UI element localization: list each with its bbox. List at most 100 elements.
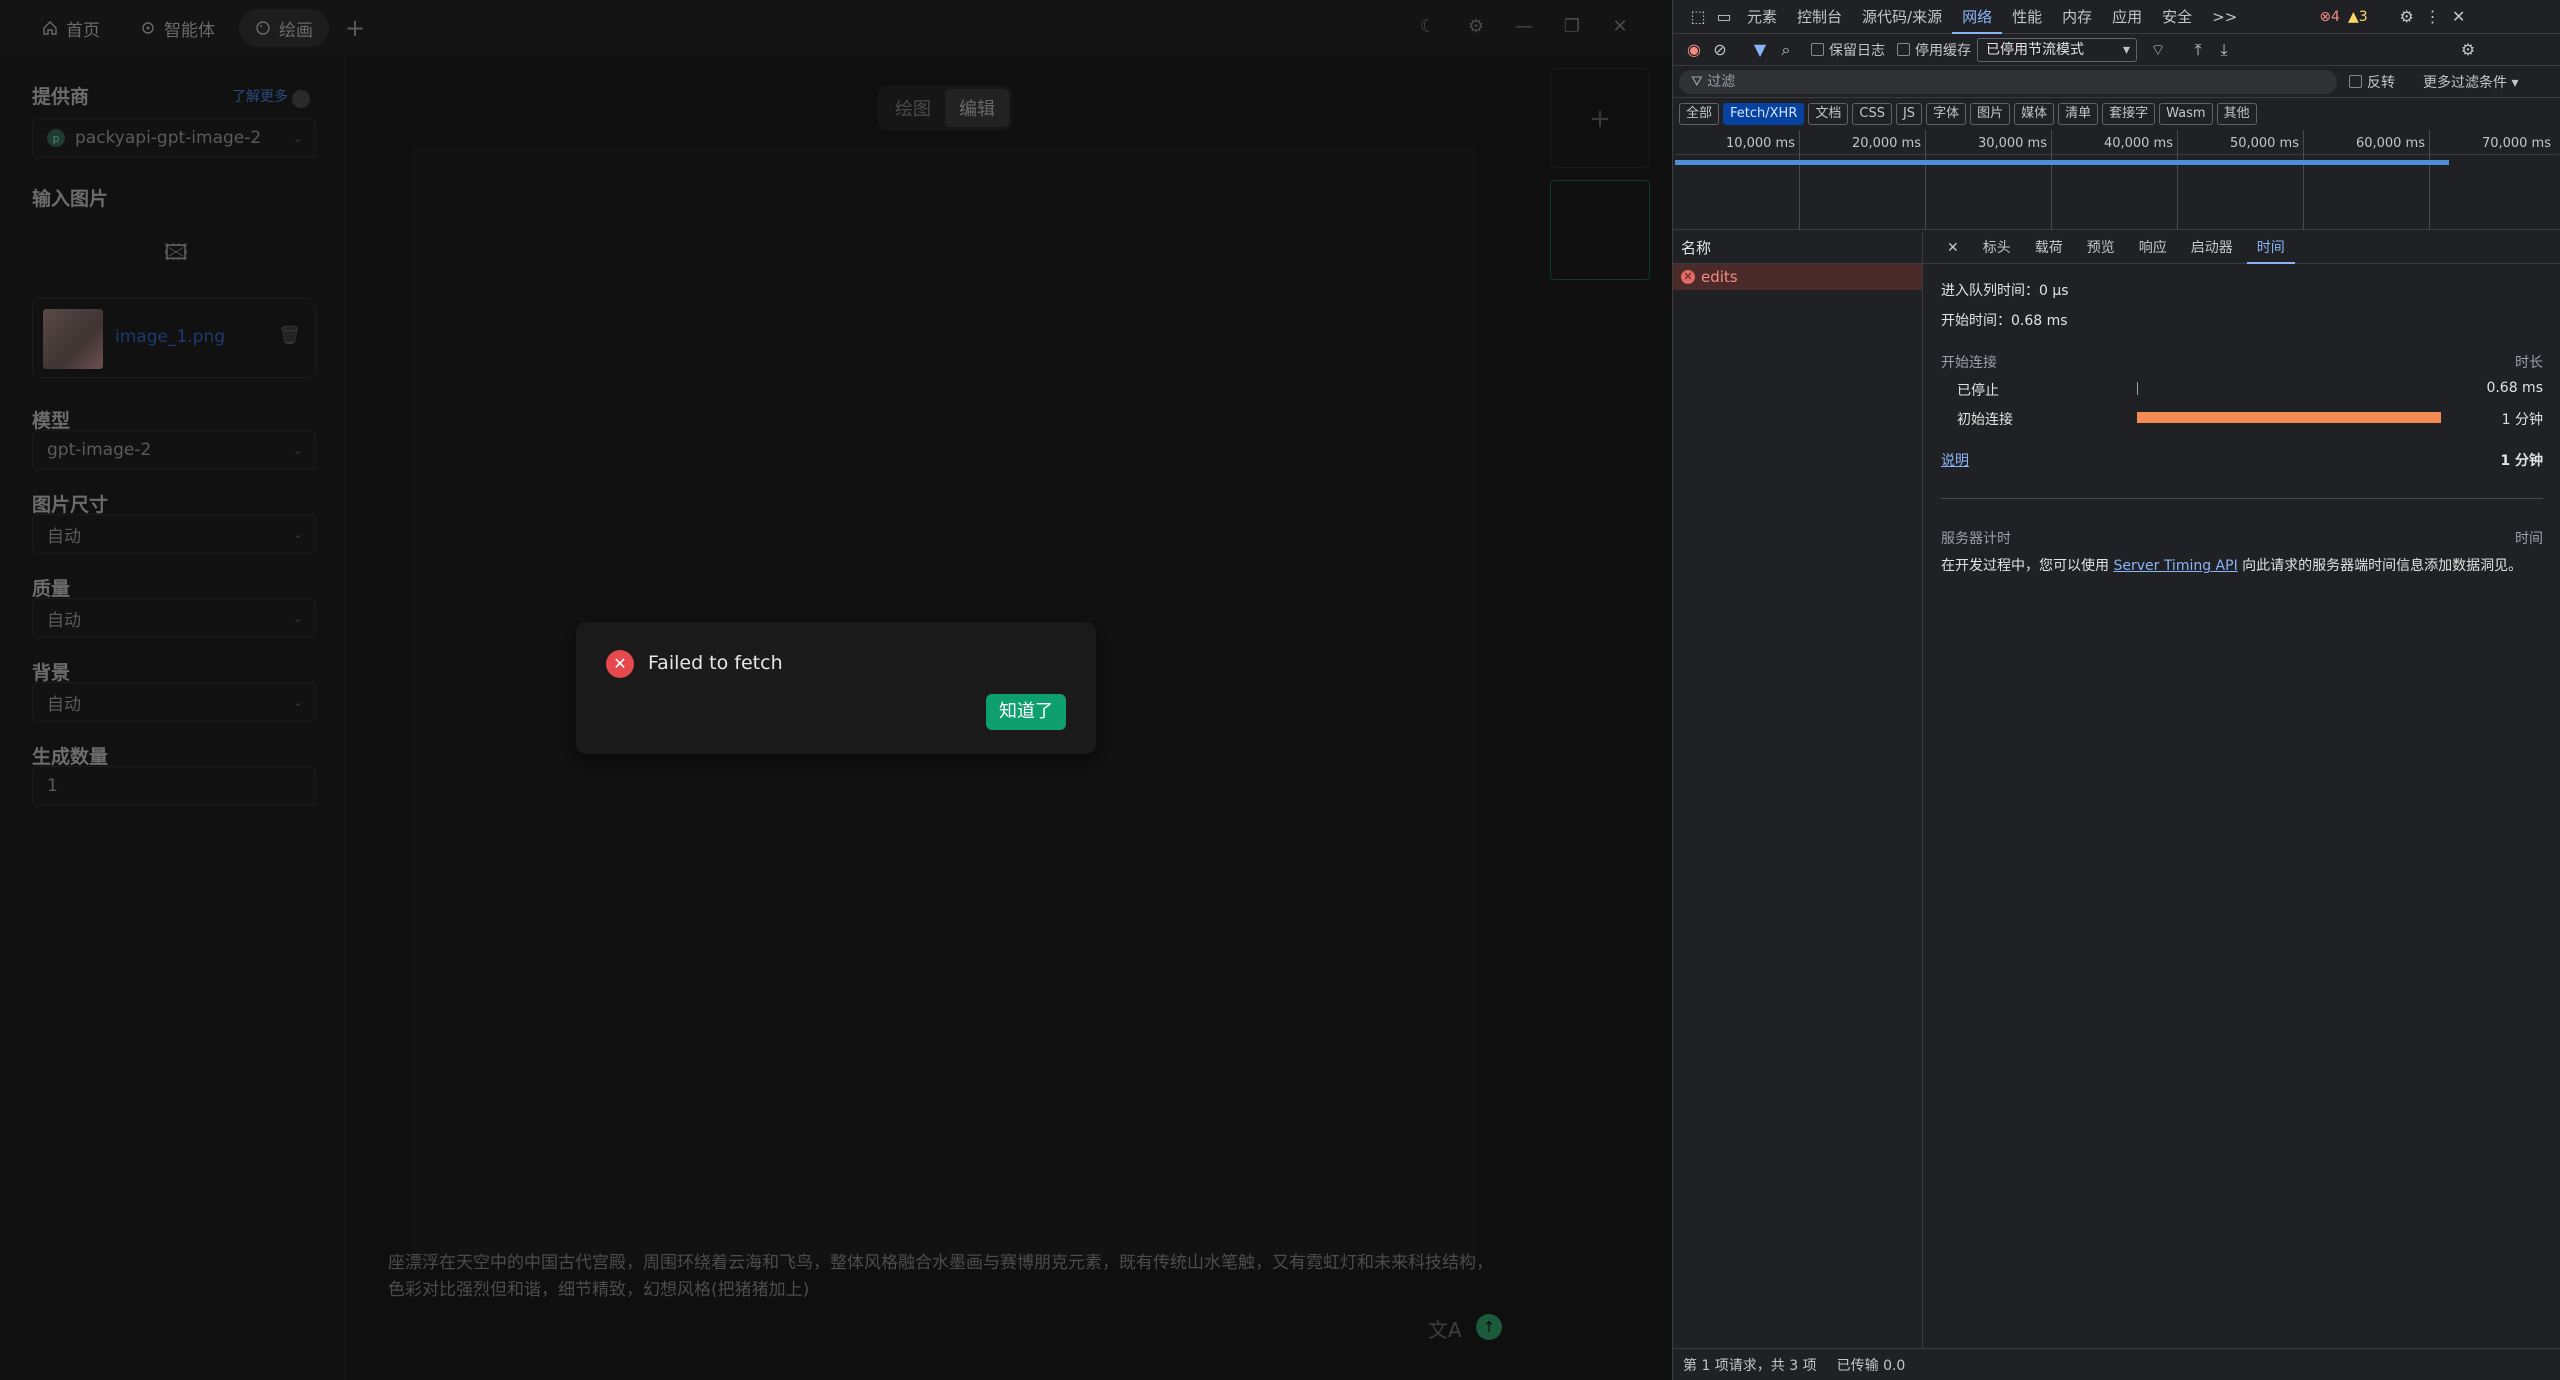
type-other[interactable]: 其他 [2216, 103, 2257, 125]
type-js[interactable]: JS [1895, 103, 1923, 125]
moon-icon[interactable]: ☾ [1404, 16, 1452, 37]
tab-performance[interactable]: 性能 [2002, 0, 2052, 34]
provider-select[interactable]: p packyapi-gpt-image-2 ⌄ [32, 118, 316, 158]
connection-header: 开始连接 [1941, 355, 1997, 371]
type-wasm[interactable]: Wasm [2159, 103, 2213, 125]
translate-icon[interactable]: 文A [1428, 1314, 1462, 1343]
background-select[interactable]: 自动 ⌄ [32, 682, 316, 722]
minimize-icon[interactable]: — [1500, 16, 1548, 37]
type-css[interactable]: CSS [1852, 103, 1892, 125]
delete-icon[interactable]: 🗑 [278, 325, 301, 346]
tab-headers[interactable]: 标头 [1973, 232, 2021, 264]
tab-agent[interactable]: 智能体 [124, 9, 231, 47]
tab-payload[interactable]: 载荷 [2025, 232, 2073, 264]
network-conditions-icon[interactable]: ⌔ [2145, 40, 2171, 60]
tab-timing[interactable]: 时间 [2246, 232, 2295, 264]
drawing-app: 首页 智能体 绘画 + ☾ ⚙ — ❐ ✕ 提供商 了解更多 p packyap… [0, 0, 1672, 1380]
kebab-menu-icon[interactable]: ⋮ [2420, 7, 2446, 26]
timeline-tick-label: 40,000 ms [2103, 136, 2173, 151]
more-tabs-button[interactable]: >> [2202, 0, 2247, 34]
settings-icon[interactable]: ⚙ [2394, 7, 2420, 26]
timeline-gridline [2177, 130, 2178, 230]
request-row[interactable]: ✕ edits [1673, 264, 1922, 290]
network-toolbar: ◉ ⊘ ▼ ⌕ 保留日志 停用缓存 已停用节流模式 ▾ ⌔ ⤒ ⤓ ⚙ [1673, 34, 2560, 66]
import-har-icon[interactable]: ⤒ [2185, 40, 2211, 60]
help-icon[interactable] [292, 90, 310, 108]
tab-home[interactable]: 首页 [26, 9, 116, 47]
search-icon[interactable]: ⌕ [1773, 40, 1799, 60]
tab-memory[interactable]: 内存 [2052, 0, 2102, 34]
device-toggle-icon[interactable]: ▭ [1711, 7, 1737, 26]
learn-more-link[interactable]: 了解更多 [232, 86, 288, 106]
name-column-header[interactable]: 名称 [1673, 232, 1922, 264]
tab-drawing[interactable]: 绘画 [239, 9, 329, 47]
tab-elements[interactable]: 元素 [1737, 0, 1787, 34]
image-thumbnail[interactable] [43, 309, 103, 369]
count-input[interactable]: 1 [32, 766, 316, 806]
chevron-down-icon: ⌄ [292, 611, 303, 625]
filter-icon[interactable]: ▼ [1747, 40, 1773, 59]
image-filename[interactable]: image_1.png [115, 327, 225, 347]
new-image-button[interactable]: + [1550, 68, 1650, 168]
invert-checkbox[interactable]: 反转 [2349, 72, 2395, 92]
ok-button[interactable]: 知道了 [986, 694, 1066, 730]
network-overview[interactable]: 10,000 ms 20,000 ms 30,000 ms 40,000 ms … [1673, 130, 2560, 230]
mode-draw-tab[interactable]: 绘图 [881, 89, 945, 127]
model-select[interactable]: gpt-image-2 ⌄ [32, 430, 316, 470]
close-detail-icon[interactable]: ✕ [1937, 232, 1969, 264]
mode-edit-tab[interactable]: 编辑 [945, 89, 1009, 127]
tab-console[interactable]: 控制台 [1787, 0, 1852, 34]
tab-network[interactable]: 网络 [1952, 0, 2003, 34]
type-manifest[interactable]: 清单 [2058, 103, 2099, 125]
warning-count-icon[interactable]: ▲3 [2348, 9, 2368, 25]
server-timing-text-2: 向此请求的服务器端时间信息添加数据洞见。 [2242, 558, 2523, 574]
filter-row: ⛛ 过滤 反转 更多过滤条件 ▾ [1673, 66, 2560, 98]
error-count: 4 [2331, 8, 2340, 25]
close-icon[interactable]: ✕ [1596, 16, 1644, 37]
invert-label: 反转 [2367, 74, 2395, 91]
tab-sources[interactable]: 源代码/来源 [1852, 0, 1952, 34]
caret-down-icon: ▾ [2122, 41, 2130, 58]
error-count-icon[interactable]: ⊗4 [2319, 9, 2340, 25]
more-filters-button[interactable]: 更多过滤条件 ▾ [2423, 72, 2518, 92]
type-font[interactable]: 字体 [1926, 103, 1967, 125]
throttle-select[interactable]: 已停用节流模式 ▾ [1977, 37, 2137, 62]
add-tab-button[interactable]: + [345, 14, 365, 42]
devtools-status-bar: 第 1 项请求，共 3 项 已传输 0.0 [1673, 1348, 2560, 1380]
type-media[interactable]: 媒体 [2014, 103, 2055, 125]
tab-security[interactable]: 安全 [2152, 0, 2202, 34]
type-img[interactable]: 图片 [1970, 103, 2011, 125]
record-icon[interactable]: ◉ [1681, 40, 1707, 59]
export-har-icon[interactable]: ⤓ [2211, 40, 2237, 60]
time-header: 时间 [2515, 531, 2543, 547]
close-devtools-icon[interactable]: ✕ [2446, 7, 2472, 26]
server-timing-api-link[interactable]: Server Timing API [2113, 558, 2237, 574]
preserve-log-checkbox[interactable]: 保留日志 [1811, 40, 1885, 60]
history-item[interactable] [1550, 180, 1650, 280]
tab-response[interactable]: 响应 [2129, 232, 2177, 264]
tab-preview[interactable]: 预览 [2077, 232, 2125, 264]
agent-icon [142, 22, 154, 34]
filter-input[interactable]: ⛛ 过滤 [1679, 69, 2337, 94]
timing-row-label: 初始连接 [1957, 412, 2013, 428]
disable-cache-checkbox[interactable]: 停用缓存 [1897, 40, 1971, 60]
tab-application[interactable]: 应用 [2102, 0, 2152, 34]
inspect-icon[interactable]: ⬚ [1685, 7, 1711, 26]
type-socket[interactable]: 套接字 [2102, 103, 2156, 125]
request-list: 名称 ✕ edits [1673, 232, 1923, 1348]
prompt-input[interactable]: 座漂浮在天空中的中国古代宫殿，周围环绕着云海和飞鸟，整体风格融合水墨画与赛博朋克… [388, 1250, 1500, 1304]
explain-link[interactable]: 说明 [1941, 450, 1969, 470]
tab-initiator[interactable]: 启动器 [2181, 232, 2243, 264]
maximize-icon[interactable]: ❐ [1548, 16, 1596, 37]
type-fetch-xhr[interactable]: Fetch/XHR [1723, 103, 1805, 125]
network-settings-icon[interactable]: ⚙ [2455, 40, 2481, 59]
type-all[interactable]: 全部 [1679, 103, 1720, 125]
checkbox-icon [1811, 43, 1824, 56]
quality-select[interactable]: 自动 ⌄ [32, 598, 316, 638]
clear-icon[interactable]: ⊘ [1707, 40, 1733, 59]
gear-icon[interactable]: ⚙ [1452, 16, 1500, 37]
send-button[interactable]: ↑ [1476, 1314, 1502, 1340]
type-doc[interactable]: 文档 [1808, 103, 1849, 125]
upload-image-icon[interactable]: 🖾 [164, 236, 188, 274]
size-select[interactable]: 自动 ⌄ [32, 514, 316, 554]
